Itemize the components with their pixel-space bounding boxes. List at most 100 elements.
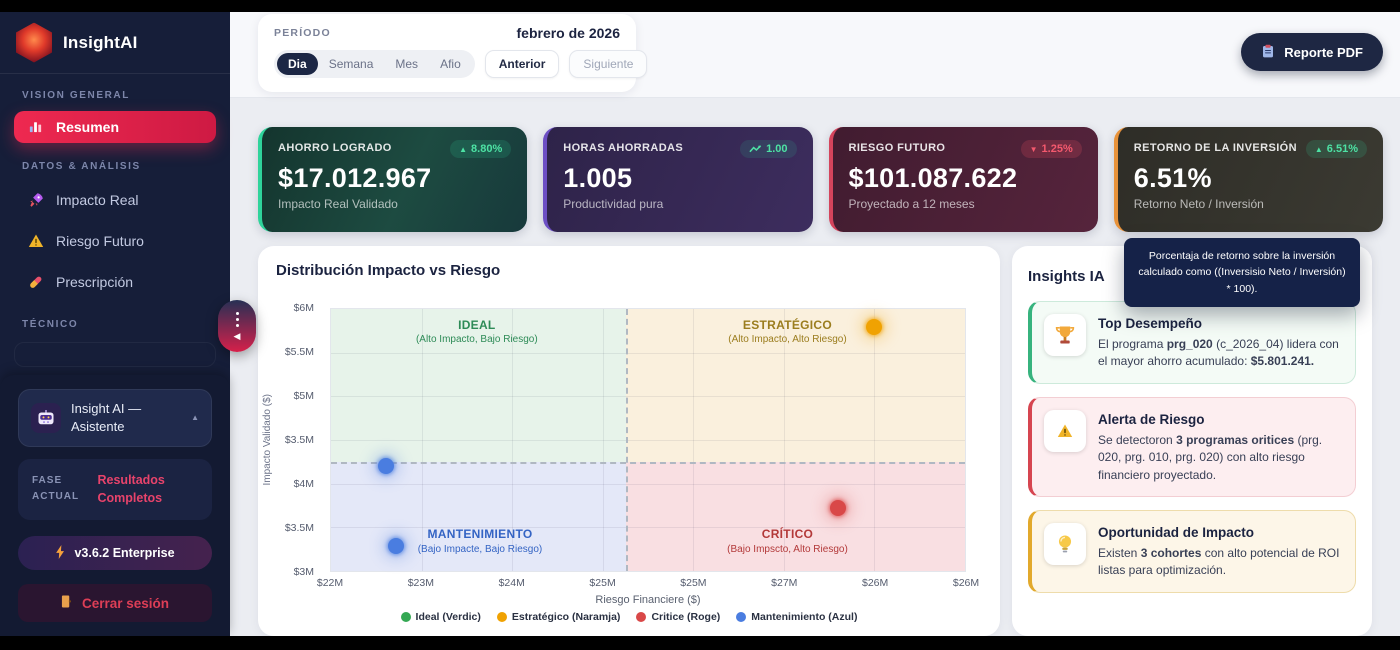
gridline-horizontal <box>331 440 965 441</box>
chart-legend: Ideal (Verdic) Estratégico (Naramja) Criti… <box>258 611 1000 623</box>
quadrant-name: CRÍTICO <box>727 526 848 542</box>
section-label-datos-analisis: DATOS & ANÁLISIS <box>22 161 208 172</box>
rocket-icon <box>27 192 44 209</box>
kpi-badge-value: 8.80% <box>471 143 502 155</box>
logout-button[interactable]: Cerrar sesión <box>18 584 212 622</box>
legend-label: Estratégico (Naramja) <box>512 611 621 623</box>
y-axis-ticks: $6M$5.5M$5M$3.5M$4M$3.5M$3M <box>258 308 322 572</box>
quadrant-divider-vertical <box>626 309 628 571</box>
report-pdf-label: Reporte PDF <box>1284 45 1363 60</box>
sidebar-header: InsightAI <box>0 12 230 74</box>
section-label-tecnico: TÉCNICO <box>22 319 208 330</box>
sidebar-collapse-handle[interactable]: ◀ <box>218 300 256 352</box>
insight-cards: Top Desempeño El programa prg_020 (c_2026… <box>1028 301 1356 593</box>
period-tab-afio[interactable]: Afio <box>429 53 472 75</box>
chart-card: Distribución Impacto vs Riesgo Impacto V… <box>258 246 1000 636</box>
insight-title: Top Desempeño <box>1098 316 1343 331</box>
legend-dot-icon <box>401 612 411 622</box>
gridline-horizontal <box>331 353 965 354</box>
period-tab-mes[interactable]: Mes <box>384 53 429 75</box>
quadrant-subtitle: (Alto Impacto, Alto Riesgo) <box>728 333 846 347</box>
clipboard-icon <box>1261 44 1275 61</box>
y-tick-label: $5.5M <box>285 346 314 358</box>
legend-label: Critice (Roge) <box>651 611 720 623</box>
x-tick-label: $27M <box>771 577 797 589</box>
period-tab-semana[interactable]: Semana <box>318 53 385 75</box>
quadrant-label-ideal: IDEAL(Alto Impacto, Bajo Riesgo) <box>416 317 538 347</box>
kpi-value: $101.087.622 <box>849 163 1082 194</box>
insight-title: Alerta de Riesgo <box>1098 412 1343 427</box>
sidebar-bottom-panel: Insight AI — Asistente ▲ FASE ACTUAL Res… <box>0 375 230 636</box>
legend-item-ideal-verdic: Ideal (Verdic) <box>401 611 481 623</box>
scatter-plot: IDEAL(Alto Impacto, Bajo Riesgo)ESTRATÉG… <box>330 308 966 572</box>
data-point-critice-roge[interactable] <box>830 500 846 516</box>
kpi-value: 1.005 <box>563 163 796 194</box>
kpi-badge: 1.00 <box>740 140 796 158</box>
warning-icon <box>1044 410 1086 452</box>
door-icon <box>61 595 72 611</box>
app-frame: InsightAI VISION GENERAL Resumen DATOS &… <box>0 12 1400 636</box>
legend-label: Mantenimiento (Azul) <box>751 611 857 623</box>
sidebar-item-label: Riesgo Futuro <box>56 233 144 249</box>
kpi-value: 6.51% <box>1134 163 1367 194</box>
sidebar-item-label: Prescripción <box>56 274 133 290</box>
legend-item-critice-roge: Critice (Roge) <box>636 611 720 623</box>
quadrant-label-mantenimiento: MANTENIMIENTO(Bajo Impacte, Bajo Riesgo) <box>418 526 543 556</box>
period-tab-dia[interactable]: Dia <box>277 53 318 75</box>
chart-title: Distribución Impacto vs Riesgo <box>276 262 500 279</box>
previous-button[interactable]: Anterior <box>485 50 560 78</box>
gridline-horizontal <box>331 484 965 485</box>
kpi-card-riesgo-futuro: RIESGO FUTURO ▼ 1.25% $101.087.622 Proyectad… <box>829 127 1098 232</box>
data-point-mantenimiento-azul[interactable] <box>388 538 404 554</box>
legend-item-mantenimiento-azul: Mantenimiento (Azul) <box>736 611 857 623</box>
x-axis-label: Riesgo Financiere ($) <box>330 594 966 606</box>
kpi-value: $17.012.967 <box>278 163 511 194</box>
sidebar-item-prescripci-n[interactable]: Prescripción <box>14 262 216 303</box>
insight-body: Top Desempeño El programa prg_020 (c_2026… <box>1098 314 1343 371</box>
sidebar-item-hidden <box>14 342 216 368</box>
insight-text: Existen 3 cohortes con alto potencial de… <box>1098 545 1343 580</box>
arrow-down-icon: ▼ <box>1030 145 1038 154</box>
insight-body: Alerta de RiesgoSe detectoron 3 programa… <box>1098 410 1343 484</box>
next-button[interactable]: Siguiente <box>569 50 647 78</box>
legend-dot-icon <box>736 612 746 622</box>
insight-text: El programa prg_020 (c_2026_04) lidera c… <box>1098 336 1343 371</box>
sidebar-item-impacto-real[interactable]: Impacto Real <box>14 180 216 221</box>
kpi-label: RETORNO DE LA INVERSIÓN <box>1134 140 1297 154</box>
kpi-sublabel: Retorno Neto / Inversión <box>1134 197 1367 211</box>
data-point-estrat-gico-naramja[interactable] <box>866 319 882 335</box>
gridline-horizontal <box>331 396 965 397</box>
x-tick-label: $25M <box>680 577 706 589</box>
quadrant-subtitle: (Bajo Impacte, Bajo Riesgo) <box>418 543 543 557</box>
kpi-label: RIESGO FUTURO <box>849 140 946 154</box>
report-pdf-button[interactable]: Reporte PDF <box>1241 33 1383 71</box>
quadrant-name: MANTENIMIENTO <box>418 526 543 542</box>
quadrant-subtitle: (Alto Impacto, Bajo Riesgo) <box>416 333 538 347</box>
insight-card-alerta-de-riesgo: Alerta de RiesgoSe detectoron 3 programa… <box>1028 397 1356 497</box>
chevron-up-icon: ▲ <box>191 413 199 422</box>
robot-icon <box>31 403 61 433</box>
version-badge: v3.6.2 Enterprise <box>18 536 212 570</box>
period-value: febrero de 2026 <box>517 25 621 41</box>
kpi-badge: ▲8.80% <box>450 140 511 158</box>
data-point-mantenimiento-azul[interactable] <box>378 458 394 474</box>
legend-dot-icon <box>497 612 507 622</box>
insight-card-oportunidad-de-impacto: Oportunidad de ImpactoExisten 3 cohortes… <box>1028 510 1356 593</box>
quadrant-label-cr-tico: CRÍTICO(Bajo Impscto, Alto Riesgo) <box>727 526 848 556</box>
kpi-sublabel: Proyectado a 12 meses <box>849 197 1082 211</box>
x-tick-label: $24M <box>499 577 525 589</box>
version-label: v3.6.2 Enterprise <box>74 546 174 560</box>
quadrant-divider-horizontal <box>331 462 965 464</box>
kpi-card-horas-ahorradas: HORAS AHORRADAS1.001.005Productividad pu… <box>543 127 812 232</box>
bulb-icon <box>1044 523 1086 565</box>
sidebar-item-riesgo-futuro[interactable]: Riesgo Futuro <box>14 221 216 262</box>
period-card: PERÍODO febrero de 2026 DiaSemanaMesAfio… <box>258 14 636 92</box>
kpi-row: AHORRO LOGRADO▲8.80%$17.012.967Impacto R… <box>258 127 1383 232</box>
y-tick-label: $6M <box>294 302 314 314</box>
kpi-badge-value: 1.25% <box>1042 143 1073 155</box>
x-tick-label: $22M <box>317 577 343 589</box>
period-label: PERÍODO <box>274 27 331 39</box>
sidebar: InsightAI VISION GENERAL Resumen DATOS &… <box>0 12 230 636</box>
sidebar-item-resumen[interactable]: Resumen <box>14 111 216 143</box>
assistant-card[interactable]: Insight AI — Asistente ▲ <box>18 389 212 446</box>
